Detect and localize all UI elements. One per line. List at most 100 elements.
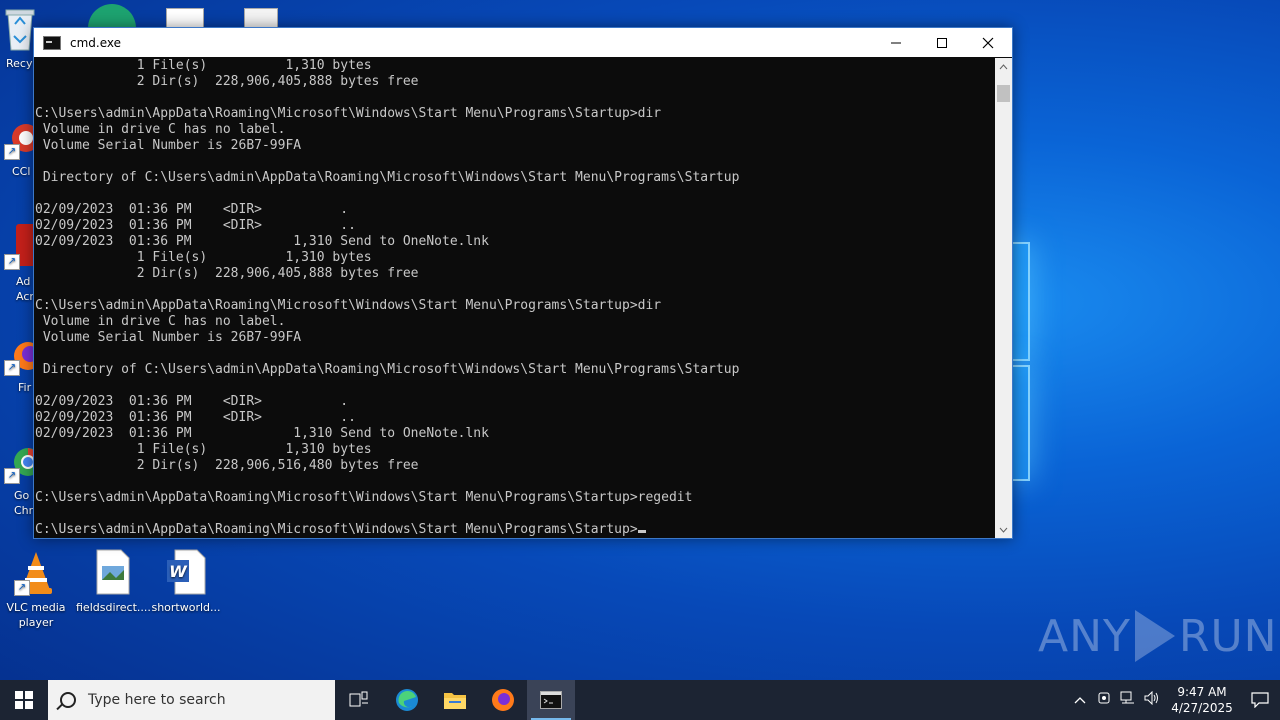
console-line: 02/09/2023 01:36 PM <DIR> . bbox=[35, 394, 349, 409]
console-line: Volume Serial Number is 26B7-99FA bbox=[35, 138, 302, 153]
console-line: 1 File(s) 1,310 bytes bbox=[35, 58, 372, 73]
vertical-scrollbar[interactable] bbox=[995, 58, 1012, 538]
console-line: 02/09/2023 01:36 PM 1,310 Send to OneNot… bbox=[35, 234, 489, 249]
show-hidden-icons-button[interactable] bbox=[1068, 693, 1092, 708]
console-line: C:\Users\admin\AppData\Roaming\Microsoft… bbox=[35, 106, 662, 121]
scroll-down-button[interactable] bbox=[995, 521, 1012, 538]
network-button[interactable] bbox=[1116, 691, 1140, 709]
console-line: 02/09/2023 01:36 PM <DIR> . bbox=[35, 202, 349, 217]
edge-icon bbox=[396, 689, 418, 711]
console-line: 2 Dir(s) 228,906,405,888 bytes free bbox=[35, 74, 419, 89]
notifications-button[interactable] bbox=[1240, 692, 1280, 708]
window-title: cmd.exe bbox=[70, 35, 122, 50]
minimize-button[interactable] bbox=[873, 28, 919, 57]
cmd-icon bbox=[43, 35, 61, 50]
console-text: 1 File(s) 1,310 bytes 2 Dir(s) 228,906,4… bbox=[34, 58, 994, 538]
windows-start-icon bbox=[15, 691, 33, 709]
window-titlebar[interactable]: cmd.exe bbox=[34, 28, 1012, 57]
console-line: 02/09/2023 01:36 PM <DIR> .. bbox=[35, 410, 356, 425]
taskbar-file-explorer[interactable] bbox=[431, 680, 479, 720]
console-line: Volume in drive C has no label. bbox=[35, 314, 286, 329]
play-icon bbox=[1134, 610, 1175, 662]
text-cursor bbox=[637, 530, 646, 533]
desktop-icon-file-partial[interactable] bbox=[244, 8, 284, 28]
word-document-icon: W bbox=[162, 548, 210, 596]
watermark-left: ANY bbox=[1038, 610, 1131, 662]
search-placeholder: Type here to search bbox=[88, 692, 226, 708]
maximize-button[interactable] bbox=[919, 28, 965, 57]
minimize-icon bbox=[891, 42, 901, 43]
console-line: 1 File(s) 1,310 bytes bbox=[35, 250, 372, 265]
console-prompt: C:\Users\admin\AppData\Roaming\Microsoft… bbox=[35, 522, 638, 537]
file-explorer-icon bbox=[444, 693, 466, 709]
desktop-icon-label: VLC media player bbox=[6, 601, 66, 629]
firefox-icon bbox=[492, 689, 514, 711]
network-icon bbox=[1120, 691, 1134, 704]
console-line: 02/09/2023 01:36 PM <DIR> .. bbox=[35, 218, 356, 233]
word-document-icon bbox=[166, 8, 204, 28]
chevron-down-icon bbox=[999, 527, 1008, 533]
scroll-up-button[interactable] bbox=[995, 58, 1012, 75]
console-line: 1 File(s) 1,310 bytes bbox=[35, 442, 372, 457]
vlc-icon: ↗ bbox=[12, 548, 60, 596]
desktop-icon-vlc[interactable]: ↗ VLC media player bbox=[0, 548, 72, 630]
console-line: Volume Serial Number is 26B7-99FA bbox=[35, 330, 302, 345]
task-view-button[interactable] bbox=[335, 680, 383, 720]
clock-time: 9:47 AM bbox=[1177, 685, 1227, 699]
console-line: C:\Users\admin\AppData\Roaming\Microsoft… bbox=[35, 298, 662, 313]
meet-now-button[interactable] bbox=[1092, 691, 1116, 709]
close-icon bbox=[982, 37, 994, 48]
volume-button[interactable] bbox=[1140, 690, 1164, 709]
taskbar-edge[interactable] bbox=[383, 680, 431, 720]
desktop-icon-label: shortworld... bbox=[151, 601, 221, 614]
desktop-icon-label: fieldsdirect.... bbox=[76, 601, 151, 614]
start-button[interactable] bbox=[0, 680, 48, 720]
taskbar: Type here to search 9:47 AM 4/27/2025 bbox=[0, 680, 1280, 720]
close-button[interactable] bbox=[965, 28, 1011, 57]
desktop-icon-word-partial[interactable] bbox=[166, 8, 206, 28]
maximize-icon bbox=[937, 37, 947, 48]
console-output[interactable]: 1 File(s) 1,310 bytes 2 Dir(s) 228,906,4… bbox=[34, 58, 994, 538]
console-line: 2 Dir(s) 228,906,405,888 bytes free bbox=[35, 266, 419, 281]
console-line: 02/09/2023 01:36 PM 1,310 Send to OneNot… bbox=[35, 426, 489, 441]
console-line: Directory of C:\Users\admin\AppData\Roam… bbox=[35, 170, 740, 185]
file-icon bbox=[244, 8, 278, 28]
taskbar-firefox[interactable] bbox=[479, 680, 527, 720]
desktop-icon-shortworld[interactable]: W shortworld... bbox=[150, 548, 222, 615]
task-view-icon bbox=[349, 691, 368, 707]
cmd-icon bbox=[540, 691, 562, 709]
taskbar-cmd[interactable] bbox=[527, 680, 575, 720]
cmd-window[interactable]: cmd.exe 1 File(s) 1,310 bytes 2 Dir(s) 2… bbox=[33, 27, 1013, 539]
anyrun-watermark: ANY RUN bbox=[1038, 610, 1278, 662]
desktop-icon-fieldsdirect[interactable]: fieldsdirect.... bbox=[76, 548, 151, 615]
console-line: Volume in drive C has no label. bbox=[35, 122, 286, 137]
taskbar-search-box[interactable]: Type here to search bbox=[48, 680, 335, 720]
chevron-up-icon bbox=[999, 63, 1008, 69]
chevron-up-icon bbox=[1074, 696, 1086, 703]
edge-icon bbox=[88, 4, 136, 28]
speaker-icon bbox=[1144, 690, 1158, 706]
desktop-icon-edge-partial[interactable] bbox=[88, 4, 136, 28]
svg-text:W: W bbox=[169, 562, 188, 581]
meet-now-icon bbox=[1098, 692, 1110, 704]
watermark-right: RUN bbox=[1178, 610, 1278, 662]
scroll-thumb[interactable] bbox=[997, 85, 1010, 102]
console-line: 2 Dir(s) 228,906,516,480 bytes free bbox=[35, 458, 419, 473]
system-tray: 9:47 AM 4/27/2025 bbox=[1068, 680, 1280, 720]
notification-icon bbox=[1251, 692, 1269, 708]
clock-date: 4/27/2025 bbox=[1171, 701, 1233, 715]
taskbar-clock[interactable]: 9:47 AM 4/27/2025 bbox=[1164, 684, 1240, 716]
console-prompt-line[interactable]: C:\Users\admin\AppData\Roaming\Microsoft… bbox=[35, 522, 994, 538]
search-icon bbox=[60, 692, 76, 708]
image-file-icon bbox=[88, 548, 136, 596]
console-line: Directory of C:\Users\admin\AppData\Roam… bbox=[35, 362, 740, 377]
console-line: C:\Users\admin\AppData\Roaming\Microsoft… bbox=[35, 490, 693, 505]
